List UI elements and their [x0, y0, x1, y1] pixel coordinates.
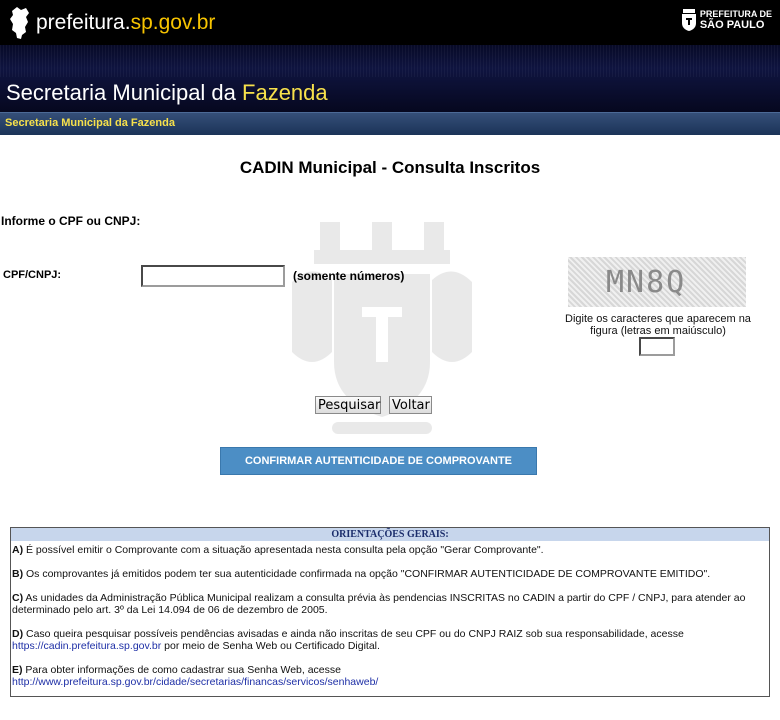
- orientacoes-header: ORIENTAÇÕES GERAIS:: [11, 528, 769, 541]
- senhaweb-link[interactable]: http://www.prefeitura.sp.gov.br/cidade/s…: [12, 676, 378, 688]
- captcha-image: MN8Q: [568, 257, 746, 307]
- top-header: prefeitura.sp.gov.br PREFEITURA DE SÃO P…: [0, 0, 780, 45]
- breadcrumb-secretaria-link[interactable]: Secretaria Municipal da Fazenda: [5, 117, 175, 129]
- banner-title: Secretaria Municipal da Fazenda: [6, 80, 328, 105]
- cadin-link[interactable]: https://cadin.prefeitura.sp.gov.br: [12, 640, 161, 652]
- captcha-text: MN8Q: [606, 265, 687, 300]
- city-crest-icon: [681, 9, 696, 31]
- orientacao-item-a: A) É possível emitir o Comprovante com a…: [12, 544, 544, 556]
- informe-label: Informe o CPF ou CNPJ:: [1, 214, 141, 228]
- breadcrumb-bar: Secretaria Municipal da Fazenda: [0, 112, 780, 135]
- prefeitura-logo-link[interactable]: prefeitura.sp.gov.br: [8, 4, 215, 42]
- voltar-button[interactable]: Voltar: [389, 396, 432, 414]
- captcha-input[interactable]: [639, 337, 675, 356]
- cpf-cnpj-input[interactable]: [141, 265, 285, 287]
- orientacao-item-e: E) Para obter informações de como cadast…: [12, 664, 379, 688]
- sao-paulo-map-icon: [10, 7, 29, 39]
- prefeitura-sao-paulo-logo[interactable]: PREFEITURA DE SÃO PAULO: [681, 9, 772, 31]
- page-title: CADIN Municipal - Consulta Inscritos: [239, 158, 541, 177]
- cpf-cnpj-label: CPF/CNPJ:: [3, 269, 62, 281]
- orientacao-item-c: C) As unidades da Administração Pública …: [12, 592, 746, 616]
- orientacao-item-b: B) Os comprovantes já emitidos podem ter…: [12, 568, 711, 580]
- cpf-hint-text: (somente números): [293, 269, 405, 283]
- orientacao-item-d: D) Caso queira pesquisar possíveis pendê…: [12, 628, 684, 652]
- pref-logo-line2: SÃO PAULO: [699, 19, 765, 31]
- secretaria-banner: Secretaria Municipal da Fazenda: [0, 45, 780, 112]
- pesquisar-button[interactable]: Pesquisar: [315, 396, 381, 414]
- orientacoes-gerais-box: ORIENTAÇÕES GERAIS: A) É possível emitir…: [10, 527, 770, 697]
- confirmar-autenticidade-button[interactable]: CONFIRMAR AUTENTICIDADE DE COMPROVANTE E…: [220, 447, 537, 493]
- captcha-help-text: Digite os caracteres que aparecem na fig…: [565, 313, 751, 337]
- site-domain: prefeitura.sp.gov.br: [36, 11, 216, 34]
